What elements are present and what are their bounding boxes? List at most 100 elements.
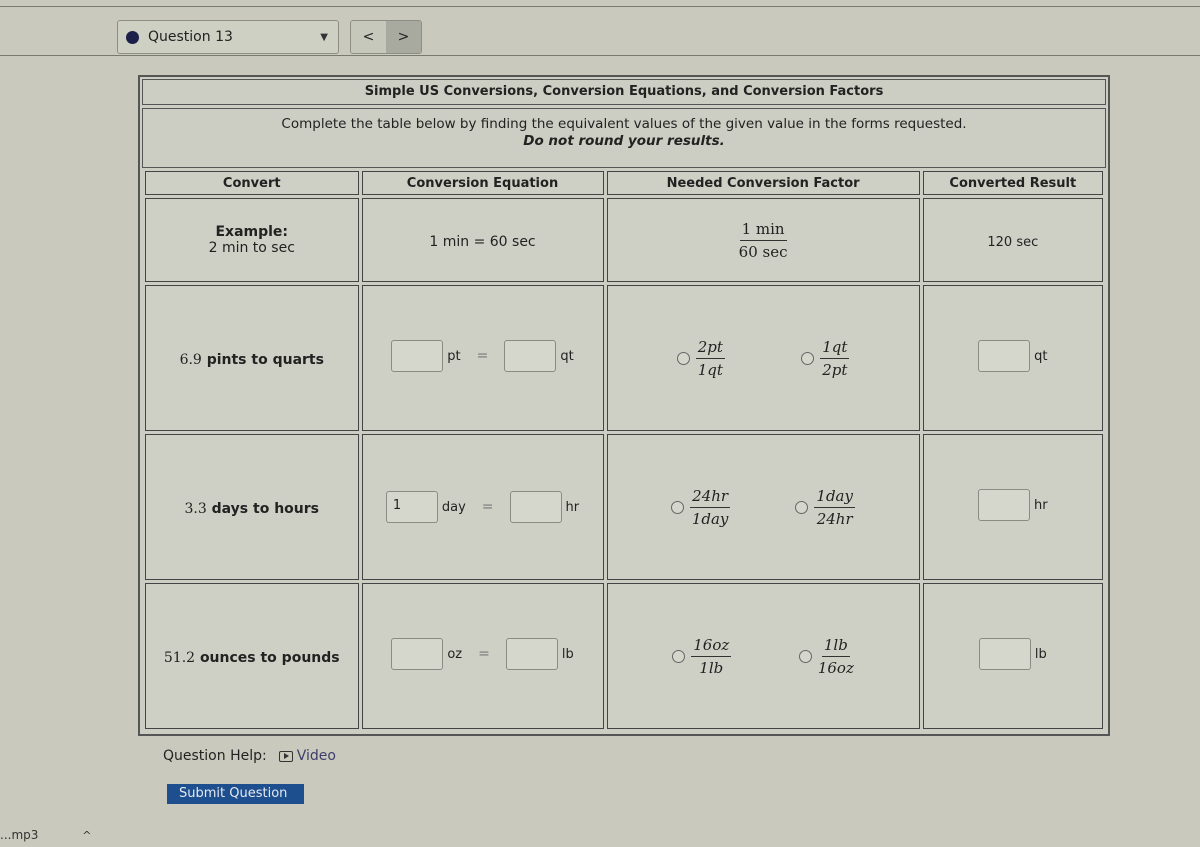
- equation-left-input[interactable]: [391, 340, 444, 372]
- factor-cell: 24hr 1day 1day 24hr: [606, 434, 920, 580]
- factor-option[interactable]: 2pt 1qt: [676, 338, 725, 379]
- table-header-row: Convert Conversion Equation Needed Conve…: [145, 171, 1103, 195]
- radio-button[interactable]: [671, 500, 685, 514]
- problem-instructions: Complete the table below by finding the …: [142, 108, 1106, 168]
- radio-button[interactable]: [676, 351, 690, 365]
- equation-left-unit: oz: [447, 646, 463, 662]
- convert-cell: 51.2 ounces to pounds: [145, 583, 359, 729]
- factor-denominator: 2pt: [822, 360, 848, 379]
- convert-prompt: 3.3 days to hours: [185, 501, 320, 517]
- equation-cell: 1 day = hr: [361, 434, 604, 580]
- result-field: hr: [978, 489, 1048, 521]
- result-field: qt: [978, 340, 1048, 372]
- video-play-icon: [278, 750, 293, 762]
- factor-option[interactable]: 16oz 1lb: [672, 636, 732, 677]
- result-unit: hr: [1034, 497, 1048, 513]
- result-field: lb: [978, 638, 1047, 670]
- result-cell: qt: [922, 285, 1103, 431]
- factor-numerator: 1lb: [821, 636, 850, 657]
- video-help-link[interactable]: Video: [278, 748, 336, 764]
- factor-denominator: 1qt: [697, 360, 723, 379]
- example-factor-numerator: 1 min: [739, 220, 787, 241]
- submit-question-button[interactable]: Submit Question: [167, 784, 304, 804]
- header-converted-result: Converted Result: [922, 171, 1103, 195]
- equation-left-unit: day: [441, 499, 466, 515]
- equation-right-input[interactable]: [505, 638, 558, 670]
- result-input[interactable]: [978, 638, 1031, 670]
- factor-option[interactable]: 1day 24hr: [795, 487, 855, 528]
- table-row: 6.9 pints to quarts pt = qt 2pt 1qt 1qt …: [145, 285, 1103, 431]
- header-needed-factor: Needed Conversion Factor: [606, 171, 920, 195]
- equation-right-unit: hr: [565, 499, 580, 515]
- factor-numerator: 16oz: [691, 636, 732, 657]
- download-bar-item[interactable]: ...mp3 ^: [0, 828, 91, 842]
- problem-title: Simple US Conversions, Conversion Equati…: [142, 79, 1106, 105]
- instruction-text: Complete the table below by finding the …: [281, 116, 967, 132]
- video-link-label: Video: [296, 748, 336, 764]
- question-select-label: Question 13: [148, 29, 233, 45]
- convert-value: 6.9: [179, 351, 202, 368]
- conversion-table: Convert Conversion Equation Needed Conve…: [142, 168, 1106, 732]
- example-factor-fraction: 1 min 60 sec: [739, 220, 788, 261]
- equation-right-input[interactable]: [504, 340, 557, 372]
- question-help: Question Help: Video: [163, 748, 336, 764]
- convert-text: ounces to pounds: [199, 649, 340, 666]
- equation-cell: pt = qt: [361, 285, 604, 431]
- header-convert: Convert: [145, 171, 359, 195]
- equals-sign: =: [478, 646, 490, 662]
- radio-button[interactable]: [795, 500, 809, 514]
- conversion-equation: oz = lb: [391, 638, 574, 670]
- factor-cell: 2pt 1qt 1qt 2pt: [606, 285, 920, 431]
- result-unit: lb: [1034, 646, 1047, 662]
- result-input[interactable]: [978, 340, 1031, 372]
- convert-prompt: 51.2 ounces to pounds: [164, 650, 340, 666]
- factor-fraction: 1day 24hr: [814, 487, 855, 528]
- conversion-equation: 1 day = hr: [385, 491, 580, 523]
- convert-text: pints to quarts: [206, 351, 324, 368]
- equation-left-input[interactable]: [391, 638, 444, 670]
- question-pager: < >: [350, 20, 422, 54]
- equation-left-input[interactable]: 1: [385, 491, 438, 523]
- dropdown-caret-icon: ▼: [320, 32, 328, 43]
- result-cell: lb: [922, 583, 1103, 729]
- equation-right-unit: qt: [560, 348, 574, 364]
- factor-numerator: 24hr: [690, 487, 731, 508]
- radio-button[interactable]: [672, 649, 686, 663]
- factor-option[interactable]: 1lb 16oz: [798, 636, 854, 677]
- question-select[interactable]: Question 13 ▼: [117, 20, 339, 54]
- previous-question-button[interactable]: <: [351, 21, 386, 53]
- radio-button[interactable]: [801, 351, 815, 365]
- equation-right-input[interactable]: [509, 491, 562, 523]
- convert-value: 3.3: [184, 500, 207, 517]
- example-row: Example: 2 min to sec 1 min = 60 sec 1 m…: [145, 198, 1103, 282]
- factor-fraction: 16oz 1lb: [691, 636, 732, 677]
- factor-option[interactable]: 24hr 1day: [671, 487, 731, 528]
- chevron-up-icon[interactable]: ^: [82, 829, 91, 842]
- example-convert-cell: Example: 2 min to sec: [145, 198, 359, 282]
- example-text: 2 min to sec: [208, 240, 295, 256]
- radio-button[interactable]: [798, 649, 812, 663]
- example-factor-denominator: 60 sec: [738, 243, 788, 261]
- convert-cell: 6.9 pints to quarts: [145, 285, 359, 431]
- question-help-label: Question Help:: [163, 748, 267, 764]
- table-row: 3.3 days to hours 1 day = hr 24hr 1day 1…: [145, 434, 1103, 580]
- next-question-button[interactable]: >: [386, 21, 421, 53]
- download-file-label: ...mp3: [0, 828, 39, 842]
- factor-fraction: 24hr 1day: [690, 487, 731, 528]
- factor-denominator: 1day: [691, 509, 729, 528]
- header-conversion-equation: Conversion Equation: [361, 171, 604, 195]
- factor-option[interactable]: 1qt 2pt: [801, 338, 850, 379]
- convert-text: days to hours: [211, 500, 319, 517]
- example-label: Example:: [215, 224, 289, 240]
- equation-cell: oz = lb: [361, 583, 604, 729]
- factor-denominator: 24hr: [816, 509, 853, 528]
- convert-prompt: 6.9 pints to quarts: [180, 352, 324, 368]
- result-input[interactable]: [978, 489, 1031, 521]
- factor-denominator: 16oz: [817, 658, 854, 677]
- example-result-cell: 120 sec: [922, 198, 1103, 282]
- question-nav-bar: Question 13 ▼ < >: [0, 6, 1200, 56]
- result-unit: qt: [1034, 348, 1048, 364]
- example-result: 120 sec: [987, 234, 1039, 250]
- equation-left-unit: pt: [447, 348, 461, 364]
- factor-numerator: 1qt: [820, 338, 850, 359]
